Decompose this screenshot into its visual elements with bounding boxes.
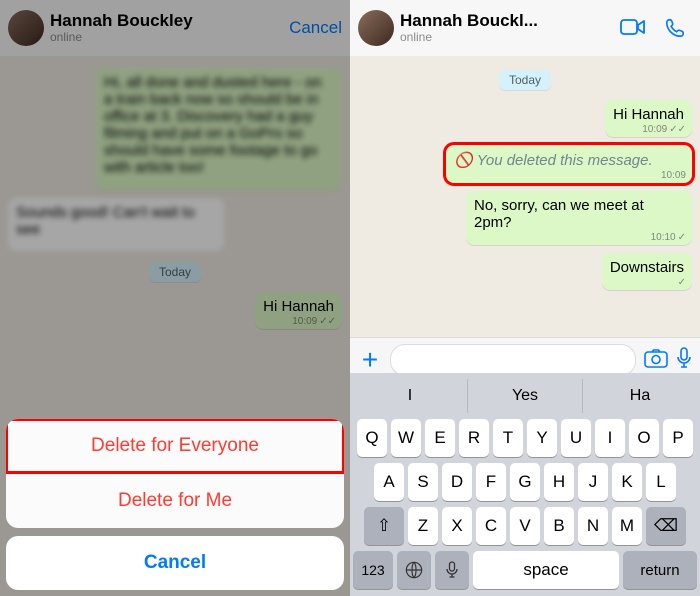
microphone-icon[interactable] bbox=[676, 347, 692, 374]
key-o[interactable]: O bbox=[629, 419, 659, 457]
chat-header: Hannah Bouckl... online bbox=[350, 0, 700, 57]
key-m[interactable]: M bbox=[612, 507, 642, 545]
contact-status: online bbox=[400, 31, 620, 44]
prohibited-icon: 🚫 bbox=[454, 151, 473, 169]
key-d[interactable]: D bbox=[442, 463, 472, 501]
action-sheet-cancel-button[interactable]: Cancel bbox=[6, 536, 344, 590]
message-outgoing[interactable]: No, sorry, can we meet at 2pm? 10:10✓ bbox=[466, 191, 692, 245]
key-x[interactable]: X bbox=[442, 507, 472, 545]
keyboard: I Yes Ha Q W E R T Y U I O P A S D bbox=[350, 373, 700, 596]
avatar[interactable] bbox=[358, 10, 394, 46]
key-n[interactable]: N bbox=[578, 507, 608, 545]
deleted-message[interactable]: 🚫 You deleted this message. 10:09 bbox=[446, 145, 692, 183]
suggestion[interactable]: Yes bbox=[468, 379, 583, 413]
delete-for-me-button[interactable]: Delete for Me bbox=[6, 473, 344, 528]
key-e[interactable]: E bbox=[425, 419, 455, 457]
key-b[interactable]: B bbox=[544, 507, 574, 545]
message-text: No, sorry, can we meet at 2pm? bbox=[474, 197, 644, 231]
backspace-key[interactable]: ⌫ bbox=[646, 507, 686, 545]
key-l[interactable]: L bbox=[646, 463, 676, 501]
key-g[interactable]: G bbox=[510, 463, 540, 501]
key-c[interactable]: C bbox=[476, 507, 506, 545]
key-y[interactable]: Y bbox=[527, 419, 557, 457]
return-key[interactable]: return bbox=[623, 551, 697, 589]
message-time: 10:09 bbox=[661, 170, 686, 181]
sent-icon: ✓ bbox=[678, 232, 686, 243]
camera-icon[interactable] bbox=[644, 348, 668, 373]
voice-call-icon[interactable] bbox=[664, 17, 686, 39]
key-h[interactable]: H bbox=[544, 463, 574, 501]
key-z[interactable]: Z bbox=[408, 507, 438, 545]
video-call-icon[interactable] bbox=[620, 17, 646, 39]
key-f[interactable]: F bbox=[476, 463, 506, 501]
key-r[interactable]: R bbox=[459, 419, 489, 457]
key-k[interactable]: K bbox=[612, 463, 642, 501]
key-p[interactable]: P bbox=[663, 419, 693, 457]
message-input[interactable] bbox=[390, 344, 636, 376]
message-outgoing[interactable]: Hi Hannah 10:09✓✓ bbox=[605, 100, 692, 137]
key-s[interactable]: S bbox=[408, 463, 438, 501]
shift-key[interactable]: ⇧ bbox=[364, 507, 404, 545]
message-time: 10:10 bbox=[651, 232, 676, 243]
suggestion[interactable]: I bbox=[353, 379, 468, 413]
contact-name[interactable]: Hannah Bouckl... bbox=[400, 12, 620, 31]
action-sheet: Delete for Everyone Delete for Me Cancel bbox=[6, 419, 344, 590]
dictation-key[interactable] bbox=[435, 551, 469, 589]
key-w[interactable]: W bbox=[391, 419, 421, 457]
screenshot-right: Hannah Bouckl... online Today Hi Hannah … bbox=[350, 0, 700, 596]
sent-icon: ✓ bbox=[678, 277, 686, 288]
read-receipt-icon: ✓✓ bbox=[669, 124, 686, 135]
message-outgoing[interactable]: Downstairs ✓ bbox=[602, 253, 692, 290]
suggestion-bar: I Yes Ha bbox=[353, 379, 697, 413]
numbers-key[interactable]: 123 bbox=[353, 551, 393, 589]
space-key[interactable]: space bbox=[473, 551, 619, 589]
key-v[interactable]: V bbox=[510, 507, 540, 545]
key-q[interactable]: Q bbox=[357, 419, 387, 457]
day-separator: Today bbox=[499, 70, 551, 90]
delete-for-everyone-button[interactable]: Delete for Everyone bbox=[6, 419, 344, 473]
attach-icon[interactable]: + bbox=[358, 344, 382, 376]
key-a[interactable]: A bbox=[374, 463, 404, 501]
key-t[interactable]: T bbox=[493, 419, 523, 457]
key-j[interactable]: J bbox=[578, 463, 608, 501]
message-text: Hi Hannah bbox=[613, 106, 684, 123]
chat-scroll[interactable]: Today Hi Hannah 10:09✓✓ 🚫 You deleted th… bbox=[350, 56, 700, 338]
suggestion[interactable]: Ha bbox=[583, 379, 697, 413]
message-text: Downstairs bbox=[610, 259, 684, 276]
globe-key[interactable] bbox=[397, 551, 431, 589]
key-i[interactable]: I bbox=[595, 419, 625, 457]
message-text: You deleted this message. bbox=[477, 152, 653, 169]
key-u[interactable]: U bbox=[561, 419, 591, 457]
screenshot-left: Hannah Bouckley online Cancel Hi, all do… bbox=[0, 0, 350, 596]
message-time: 10:09 bbox=[642, 124, 667, 135]
